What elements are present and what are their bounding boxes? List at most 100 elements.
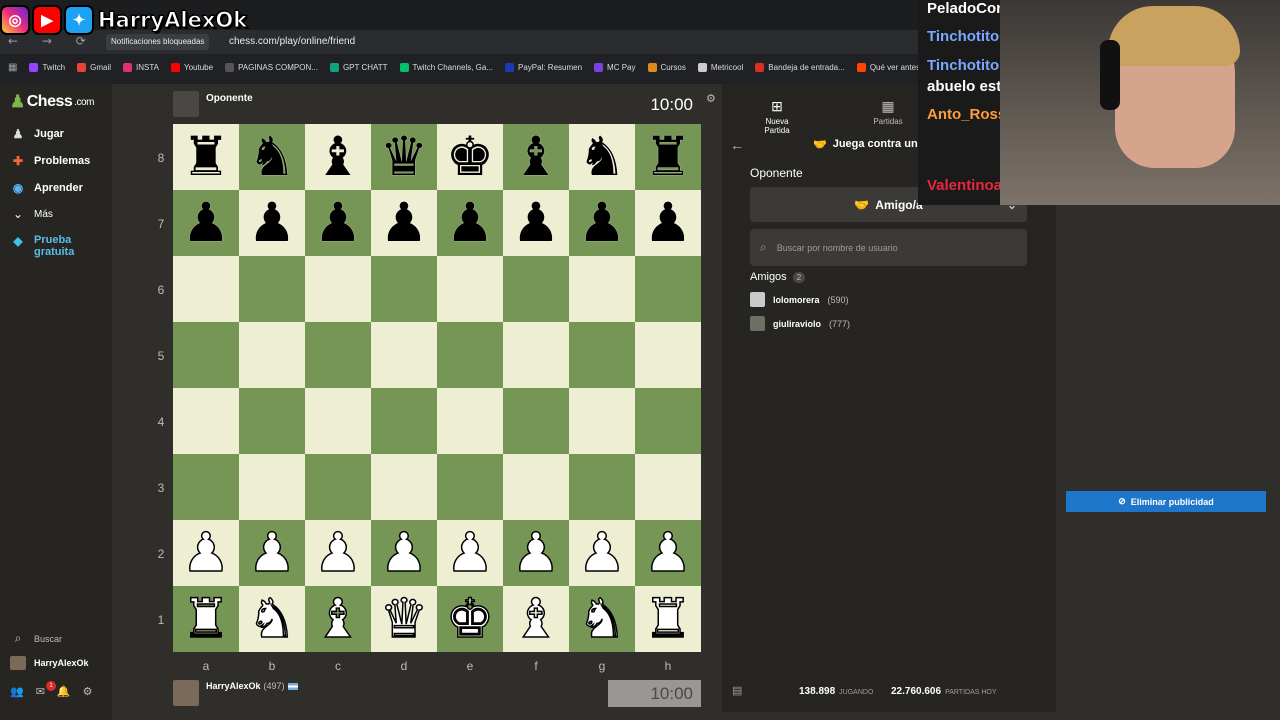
square-a4[interactable] — [173, 388, 239, 454]
black-knight-icon[interactable]: ♞ — [248, 130, 296, 184]
square-c6[interactable] — [305, 256, 371, 322]
square-h3[interactable] — [635, 454, 701, 520]
black-rook-icon[interactable]: ♜ — [182, 130, 230, 184]
square-h7[interactable]: ♟ — [635, 190, 701, 256]
square-f1[interactable]: ♝ — [503, 586, 569, 652]
bell-icon[interactable]: 🔔 — [57, 685, 71, 698]
square-e3[interactable] — [437, 454, 503, 520]
black-queen-icon[interactable]: ♛ — [380, 130, 428, 184]
square-f5[interactable] — [503, 322, 569, 388]
white-pawn-icon[interactable]: ♟ — [577, 525, 627, 581]
square-a7[interactable]: ♟ — [173, 190, 239, 256]
sidebar-item-problemas[interactable]: ✚ Problemas — [10, 154, 90, 168]
friends-icon[interactable]: 👥 — [10, 685, 24, 698]
square-d3[interactable] — [371, 454, 437, 520]
square-c8[interactable]: ♝ — [305, 124, 371, 190]
white-pawn-icon[interactable]: ♟ — [643, 525, 693, 581]
square-e2[interactable]: ♟ — [437, 520, 503, 586]
bookmark-item[interactable]: Twitch — [29, 62, 65, 72]
white-king-icon[interactable]: ♚ — [445, 591, 495, 647]
square-c1[interactable]: ♝ — [305, 586, 371, 652]
sidebar-item-mas[interactable]: ⌄ Más — [10, 207, 53, 221]
gear-icon[interactable]: ⚙ — [83, 685, 93, 698]
square-e4[interactable] — [437, 388, 503, 454]
black-pawn-icon[interactable]: ♟ — [446, 196, 494, 250]
remove-ads-button[interactable]: ⊘ Eliminar publicidad — [1066, 491, 1266, 512]
white-knight-icon[interactable]: ♞ — [577, 591, 627, 647]
white-pawn-icon[interactable]: ♟ — [445, 525, 495, 581]
bookmark-item[interactable]: MC Pay — [594, 62, 636, 72]
white-queen-icon[interactable]: ♛ — [379, 591, 429, 647]
square-a1[interactable]: ♜ — [173, 586, 239, 652]
square-h1[interactable]: ♜ — [635, 586, 701, 652]
square-h2[interactable]: ♟ — [635, 520, 701, 586]
square-d1[interactable]: ♛ — [371, 586, 437, 652]
square-f6[interactable] — [503, 256, 569, 322]
square-c7[interactable]: ♟ — [305, 190, 371, 256]
sidebar-item-prueba[interactable]: ◆ Prueba gratuita — [10, 234, 84, 258]
bookmark-item[interactable]: Metricool — [697, 62, 743, 72]
square-e7[interactable]: ♟ — [437, 190, 503, 256]
black-pawn-icon[interactable]: ♟ — [644, 196, 692, 250]
apps-icon[interactable]: ▦ — [8, 62, 17, 73]
sidebar-item-jugar[interactable]: ♟ Jugar — [10, 127, 64, 141]
square-a8[interactable]: ♜ — [173, 124, 239, 190]
square-b5[interactable] — [239, 322, 305, 388]
black-rook-icon[interactable]: ♜ — [644, 130, 692, 184]
square-d2[interactable]: ♟ — [371, 520, 437, 586]
square-g3[interactable] — [569, 454, 635, 520]
white-rook-icon[interactable]: ♜ — [181, 591, 231, 647]
square-e1[interactable]: ♚ — [437, 586, 503, 652]
white-bishop-icon[interactable]: ♝ — [313, 591, 363, 647]
square-b6[interactable] — [239, 256, 305, 322]
square-g6[interactable] — [569, 256, 635, 322]
square-h8[interactable]: ♜ — [635, 124, 701, 190]
sidebar-item-aprender[interactable]: ◉ Aprender — [10, 181, 83, 195]
square-c4[interactable] — [305, 388, 371, 454]
tab-partidas[interactable]: ▦ Partidas — [866, 98, 910, 126]
square-b8[interactable]: ♞ — [239, 124, 305, 190]
square-b3[interactable] — [239, 454, 305, 520]
square-b1[interactable]: ♞ — [239, 586, 305, 652]
square-b7[interactable]: ♟ — [239, 190, 305, 256]
bookmark-item[interactable]: GPT CHATT — [329, 62, 388, 72]
friend-item[interactable]: giuliraviolo (777) — [750, 316, 850, 331]
bookmark-item[interactable]: PAGINAS COMPON... — [225, 62, 318, 72]
white-pawn-icon[interactable]: ♟ — [313, 525, 363, 581]
black-pawn-icon[interactable]: ♟ — [248, 196, 296, 250]
square-f3[interactable] — [503, 454, 569, 520]
square-g1[interactable]: ♞ — [569, 586, 635, 652]
sidebar-search[interactable]: ⌕ Buscar — [10, 631, 62, 646]
board-settings-icon[interactable]: ⚙ — [706, 92, 716, 105]
chess-logo[interactable]: ♟ Chess .com — [10, 92, 94, 112]
black-pawn-icon[interactable]: ♟ — [182, 196, 230, 250]
square-e5[interactable] — [437, 322, 503, 388]
square-d5[interactable] — [371, 322, 437, 388]
square-e6[interactable] — [437, 256, 503, 322]
square-b2[interactable]: ♟ — [239, 520, 305, 586]
black-knight-icon[interactable]: ♞ — [578, 130, 626, 184]
bookmark-item[interactable]: PayPal: Resumen — [505, 62, 582, 72]
white-knight-icon[interactable]: ♞ — [247, 591, 297, 647]
white-bishop-icon[interactable]: ♝ — [511, 591, 561, 647]
square-c3[interactable] — [305, 454, 371, 520]
chat-bubble-icon[interactable]: ▤ — [732, 684, 742, 697]
square-b4[interactable] — [239, 388, 305, 454]
square-g2[interactable]: ♟ — [569, 520, 635, 586]
bookmark-item[interactable]: Cursos — [647, 62, 686, 72]
square-h6[interactable] — [635, 256, 701, 322]
black-pawn-icon[interactable]: ♟ — [314, 196, 362, 250]
address-bar-url[interactable]: chess.com/play/online/friend — [229, 36, 355, 47]
friend-item[interactable]: lolomorera (590) — [750, 292, 849, 307]
square-c2[interactable]: ♟ — [305, 520, 371, 586]
square-g5[interactable] — [569, 322, 635, 388]
white-pawn-icon[interactable]: ♟ — [379, 525, 429, 581]
square-c5[interactable] — [305, 322, 371, 388]
bookmark-item[interactable]: Bandeja de entrada... — [755, 62, 845, 72]
square-a6[interactable] — [173, 256, 239, 322]
square-f8[interactable]: ♝ — [503, 124, 569, 190]
square-a5[interactable] — [173, 322, 239, 388]
white-pawn-icon[interactable]: ♟ — [511, 525, 561, 581]
black-bishop-icon[interactable]: ♝ — [314, 130, 362, 184]
black-pawn-icon[interactable]: ♟ — [380, 196, 428, 250]
